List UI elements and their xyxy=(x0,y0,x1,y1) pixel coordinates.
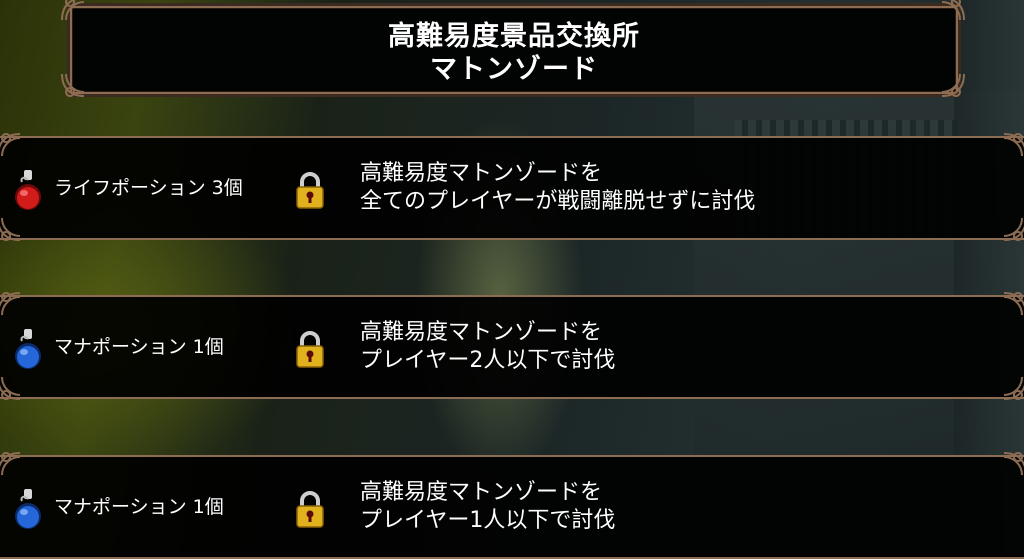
unlock-condition: 高難易度マトンゾードを プレイヤー2人以下で討伐 xyxy=(360,319,615,375)
reward-row[interactable]: マナポーション 1個 高難易度マトンゾードを プレイヤー2人以下で討伐 xyxy=(0,295,1024,399)
ornament-corner-icon xyxy=(940,72,966,98)
padlock-icon xyxy=(294,489,326,529)
ornament-corner-icon xyxy=(1002,451,1024,477)
reward-row[interactable]: マナポーション 1個 高難易度マトンゾードを プレイヤー1人以下で討伐 xyxy=(0,455,1024,559)
page-title: 高難易度景品交換所 マトンゾード xyxy=(72,20,956,86)
ornament-corner-icon xyxy=(60,72,86,98)
ornament-corner-icon xyxy=(0,375,22,401)
condition-line-2: 全てのプレイヤーが戦闘離脱せずに討伐 xyxy=(360,189,756,214)
condition-line-1: 高難易度マトンゾードを xyxy=(360,161,603,186)
ornament-corner-icon xyxy=(0,291,22,317)
padlock-icon xyxy=(294,170,326,210)
condition-line-1: 高難易度マトンゾードを xyxy=(360,320,603,345)
reward-item-label: ライフポーション 3個 xyxy=(54,177,243,199)
title-line-1: 高難易度景品交換所 xyxy=(388,21,640,52)
ornament-corner-icon xyxy=(60,0,86,22)
condition-line-1: 高難易度マトンゾードを xyxy=(360,480,603,505)
unlock-condition: 高難易度マトンゾードを プレイヤー1人以下で討伐 xyxy=(360,479,615,535)
ornament-corner-icon xyxy=(0,451,22,477)
title-plate: 高難易度景品交換所 マトンゾード xyxy=(70,6,958,94)
ornament-corner-icon xyxy=(0,132,22,158)
title-line-2: マトンゾード xyxy=(430,54,598,85)
ornament-corner-icon xyxy=(1002,375,1024,401)
red-potion-icon xyxy=(10,168,46,212)
padlock-icon xyxy=(294,329,326,369)
ornament-corner-icon xyxy=(1002,132,1024,158)
reward-row[interactable]: ライフポーション 3個 高難易度マトンゾードを 全てのプレイヤーが戦闘離脱せずに… xyxy=(0,136,1024,240)
condition-line-2: プレイヤー2人以下で討伐 xyxy=(360,348,616,373)
ornament-corner-icon xyxy=(940,0,966,22)
blue-potion-icon xyxy=(10,327,46,371)
unlock-condition: 高難易度マトンゾードを 全てのプレイヤーが戦闘離脱せずに討伐 xyxy=(360,160,755,216)
blue-potion-icon xyxy=(10,487,46,531)
ornament-corner-icon xyxy=(1002,291,1024,317)
ornament-corner-icon xyxy=(1002,216,1024,242)
condition-line-2: プレイヤー1人以下で討伐 xyxy=(360,508,616,533)
ornament-corner-icon xyxy=(0,216,22,242)
reward-item-label: マナポーション 1個 xyxy=(54,336,224,358)
reward-item-label: マナポーション 1個 xyxy=(54,496,224,518)
